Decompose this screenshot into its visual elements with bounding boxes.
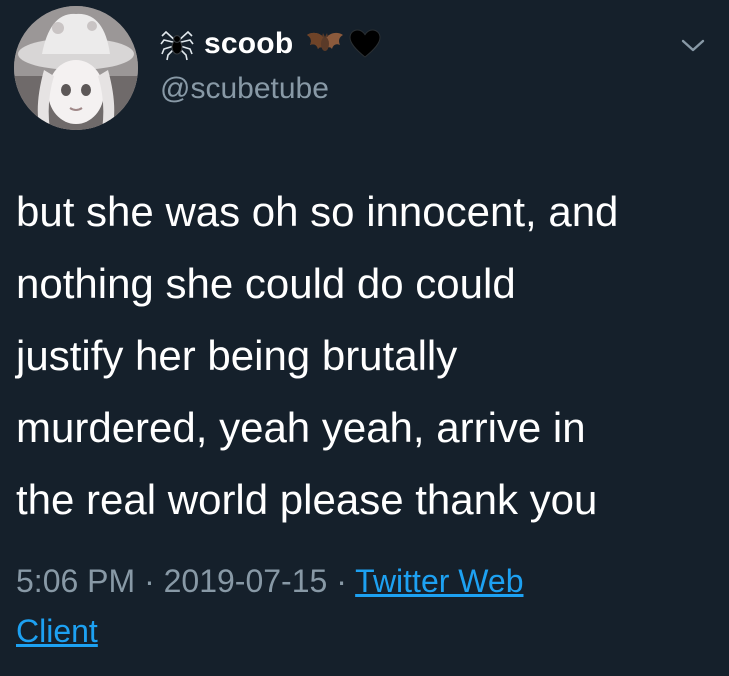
separator: · — [336, 563, 347, 599]
avatar[interactable] — [14, 6, 138, 130]
tweet-text-line: nothing she could do could — [16, 260, 516, 307]
chevron-down-icon[interactable] — [680, 36, 706, 54]
avatar-image — [14, 6, 138, 130]
tweet-card: scoob @scubetube but she was oh so innoc… — [0, 0, 729, 676]
tweet-header: scoob @scubetube — [160, 22, 381, 106]
tweet-text-line: murdered, yeah yeah, arrive in — [16, 404, 586, 451]
tweet-text-line: the real world please thank you — [16, 476, 598, 523]
display-name[interactable]: scoob — [204, 27, 293, 61]
tweet-text: but she was oh so innocent, and nothing … — [16, 176, 716, 536]
tweet-text-line: justify her being brutally — [16, 332, 458, 379]
tweet-time[interactable]: 5:06 PM — [16, 563, 135, 599]
bat-icon — [305, 29, 345, 59]
separator: · — [144, 563, 155, 599]
tweet-date[interactable]: 2019-07-15 — [164, 563, 328, 599]
name-row: scoob — [160, 22, 381, 66]
tweet-text-line: but she was oh so innocent, and — [16, 188, 619, 235]
source-link-text: Twitter Web — [355, 563, 524, 599]
user-handle[interactable]: @scubetube — [160, 72, 381, 106]
spider-icon — [160, 27, 194, 61]
source-link-text: Client — [16, 613, 98, 649]
tweet-metadata: 5:06 PM · 2019-07-15 · Twitter Web Client — [16, 556, 716, 656]
black-heart-icon — [349, 29, 381, 59]
